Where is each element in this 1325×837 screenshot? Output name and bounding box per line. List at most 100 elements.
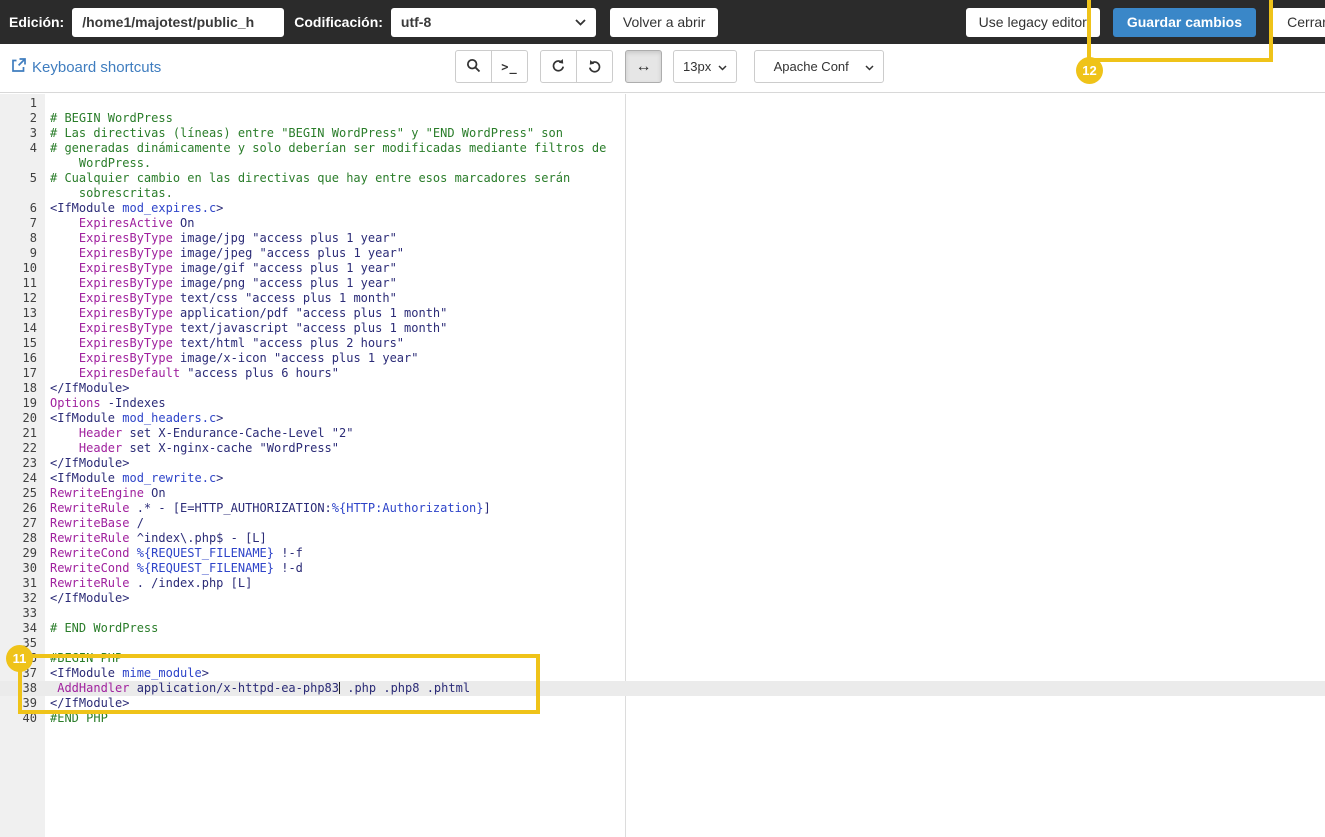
code-row[interactable]: 24 <IfModule mod_rewrite.c> <box>0 471 1325 486</box>
code-line-text: ExpiresByType image/jpeg "access plus 1 … <box>78 246 405 260</box>
code-line-text: RewriteRule .* - [E=HTTP_AUTHORIZATION:%… <box>50 501 491 515</box>
keyboard-shortcuts-link[interactable]: Keyboard shortcuts <box>11 58 161 77</box>
code-row[interactable]: WordPress. <box>0 156 1325 171</box>
code-line-text: Header set X-Endurance-Cache-Level "2" <box>78 426 354 440</box>
close-button[interactable]: Cerrar <box>1271 7 1325 37</box>
code-line-text: ExpiresDefault "access plus 6 hours" <box>78 366 340 380</box>
code-row[interactable]: 37 <IfModule mime_module> <box>0 666 1325 681</box>
search-terminal-group: >_ <box>455 50 528 83</box>
line-number: 23 <box>22 456 37 470</box>
code-line-text: RewriteRule ^index\.php$ - [L] <box>50 531 267 545</box>
line-number: 11 <box>22 276 37 290</box>
legacy-editor-button[interactable]: Use legacy editor <box>965 7 1100 37</box>
code-line-text: </IfModule> <box>50 591 130 605</box>
font-size-select[interactable]: 13px <box>673 50 738 83</box>
wrap-toggle-group: ↔ <box>625 50 662 83</box>
reopen-button[interactable]: Volver a abrir <box>609 7 719 37</box>
undo-icon <box>551 58 566 76</box>
code-row[interactable]: 7 ExpiresActive On <box>0 216 1325 231</box>
encoding-label: Codificación: <box>294 14 383 30</box>
word-wrap-toggle[interactable]: ↔ <box>625 50 662 83</box>
line-number: 15 <box>22 336 37 350</box>
code-row[interactable]: 27 RewriteBase / <box>0 516 1325 531</box>
code-line-text: #END PHP <box>50 711 108 725</box>
code-row[interactable]: 11 ExpiresByType image/png "access plus … <box>0 276 1325 291</box>
code-row[interactable]: 16 ExpiresByType image/x-icon "access pl… <box>0 351 1325 366</box>
save-changes-button[interactable]: Guardar cambios <box>1112 7 1256 37</box>
code-line-text: RewriteRule . /index.php [L] <box>50 576 253 590</box>
code-row[interactable]: 17 ExpiresDefault "access plus 6 hours" <box>0 366 1325 381</box>
code-line-text: ExpiresByType text/javascript "access pl… <box>78 321 448 335</box>
code-row[interactable]: 40 #END PHP <box>0 711 1325 726</box>
code-row[interactable]: 9 ExpiresByType image/jpeg "access plus … <box>0 246 1325 261</box>
code-row[interactable]: 18 </IfModule> <box>0 381 1325 396</box>
search-button[interactable] <box>455 50 492 83</box>
code-row[interactable]: 25 RewriteEngine On <box>0 486 1325 501</box>
code-line-text: ExpiresByType image/x-icon "access plus … <box>78 351 419 365</box>
line-number: 19 <box>22 396 37 410</box>
code-row-active[interactable]: 38 AddHandler application/x-httpd-ea-php… <box>0 681 1325 696</box>
code-row[interactable]: 13 ExpiresByType application/pdf "access… <box>0 306 1325 321</box>
code-row[interactable]: 33 <box>0 606 1325 621</box>
file-path-input[interactable] <box>72 7 285 37</box>
code-line-text: # BEGIN WordPress <box>50 111 173 125</box>
code-line-text: # generadas dinámicamente y solo debería… <box>50 141 607 155</box>
line-number: 25 <box>22 486 37 500</box>
code-row[interactable]: 32 </IfModule> <box>0 591 1325 606</box>
redo-button[interactable] <box>576 50 613 83</box>
code-row[interactable]: 12 ExpiresByType text/css "access plus 1… <box>0 291 1325 306</box>
code-row[interactable]: 21 Header set X-Endurance-Cache-Level "2… <box>0 426 1325 441</box>
word-wrap-icon: ↔ <box>635 57 652 75</box>
code-row[interactable]: 5 # Cualquier cambio en las directivas qu… <box>0 171 1325 186</box>
code-row[interactable]: 10 ExpiresByType image/gif "access plus … <box>0 261 1325 276</box>
code-row[interactable]: 28 RewriteRule ^index\.php$ - [L] <box>0 531 1325 546</box>
code-row[interactable]: 26 RewriteRule .* - [E=HTTP_AUTHORIZATION… <box>0 501 1325 516</box>
code-row[interactable]: 39 </IfModule> <box>0 696 1325 711</box>
code-row[interactable]: 8 ExpiresByType image/jpg "access plus 1… <box>0 231 1325 246</box>
undo-button[interactable] <box>540 50 577 83</box>
code-row[interactable]: 4 # generadas dinámicamente y solo deberí… <box>0 141 1325 156</box>
code-row[interactable]: 34 # END WordPress <box>0 621 1325 636</box>
line-number: 12 <box>22 291 37 305</box>
code-row[interactable]: 14 ExpiresByType text/javascript "access… <box>0 321 1325 336</box>
code-row[interactable]: 3 # Las directivas (líneas) entre "BEGIN … <box>0 126 1325 141</box>
line-number: 27 <box>22 516 37 530</box>
code-row[interactable]: 29 RewriteCond %{REQUEST_FILENAME} !-f <box>0 546 1325 561</box>
code-row[interactable]: 22 Header set X-nginx-cache "WordPress" <box>0 441 1325 456</box>
line-number: 35 <box>22 636 37 650</box>
code-line-text: ExpiresByType text/css "access plus 1 mo… <box>78 291 397 305</box>
chevron-down-icon <box>575 13 586 31</box>
code-row[interactable]: 23 </IfModule> <box>0 456 1325 471</box>
code-row[interactable]: 35 <box>0 636 1325 651</box>
code-row[interactable]: 1 <box>0 96 1325 111</box>
code-row[interactable]: 15 ExpiresByType text/html "access plus … <box>0 336 1325 351</box>
code-row[interactable]: 2 # BEGIN WordPress <box>0 111 1325 126</box>
code-row[interactable]: 36 #BEGIN PHP <box>0 651 1325 666</box>
code-editor[interactable]: 1 2 # BEGIN WordPress 3 # Las directivas (lí… <box>0 94 1325 837</box>
code-rows[interactable]: 1 2 # BEGIN WordPress 3 # Las directivas (lí… <box>0 96 1325 726</box>
encoding-select[interactable]: utf-8 <box>390 7 596 37</box>
code-row[interactable]: sobrescritas. <box>0 186 1325 201</box>
terminal-button[interactable]: >_ <box>491 50 528 83</box>
code-row[interactable]: 30 RewriteCond %{REQUEST_FILENAME} !-d <box>0 561 1325 576</box>
code-row[interactable]: 19 Options -Indexes <box>0 396 1325 411</box>
syntax-mode-value: Apache Conf <box>773 59 849 74</box>
code-row[interactable]: 20 <IfModule mod_headers.c> <box>0 411 1325 426</box>
keyboard-shortcuts-label: Keyboard shortcuts <box>32 59 162 76</box>
code-line-text: </IfModule> <box>50 381 130 395</box>
code-line-text: ExpiresByType image/png "access plus 1 y… <box>78 276 397 290</box>
syntax-mode-select[interactable]: Apache Conf <box>754 50 885 83</box>
code-row[interactable]: 31 RewriteRule . /index.php [L] <box>0 576 1325 591</box>
line-number: 9 <box>29 246 37 260</box>
line-number: 7 <box>29 216 37 230</box>
line-number: 1 <box>29 96 37 110</box>
code-row[interactable]: 6 <IfModule mod_expires.c> <box>0 201 1325 216</box>
code-line-text: RewriteCond %{REQUEST_FILENAME} !-f <box>50 546 303 560</box>
toolbar-buttons: >_ ↔ 13px Apache Conf <box>455 50 885 83</box>
font-size-value: 13px <box>683 59 712 74</box>
code-line-text: # Las directivas (líneas) entre "BEGIN W… <box>50 126 563 140</box>
line-number: 6 <box>29 201 37 215</box>
code-line-text: # Cualquier cambio en las directivas que… <box>50 171 571 185</box>
